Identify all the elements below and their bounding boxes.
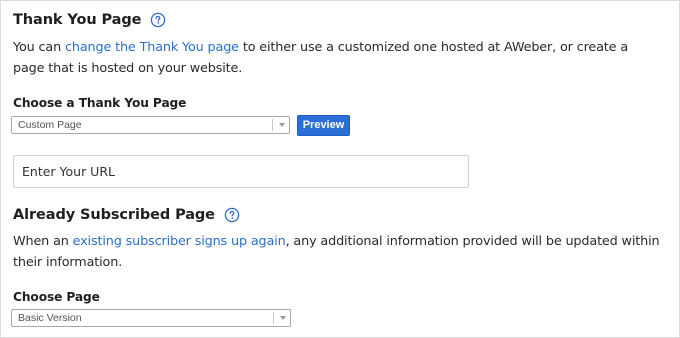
already-subscribed-desc-prefix: When an <box>13 234 73 249</box>
already-subscribed-title: Already Subscribed Page <box>13 207 215 223</box>
help-icon[interactable] <box>224 207 240 223</box>
caret-down-icon <box>279 123 285 127</box>
select-divider <box>272 119 273 131</box>
change-thank-you-link[interactable]: change the Thank You page <box>65 40 239 55</box>
existing-subscriber-link[interactable]: existing subscriber signs up again <box>73 234 286 249</box>
url-input[interactable]: Enter Your URL <box>13 155 469 188</box>
url-input-placeholder: Enter Your URL <box>22 164 115 179</box>
select-divider <box>273 312 274 324</box>
thank-you-title: Thank You Page <box>13 12 142 28</box>
choose-page-label: Choose Page <box>13 290 100 304</box>
choose-page-select[interactable]: Basic Version <box>11 309 291 327</box>
preview-button[interactable]: Preview <box>297 115 350 136</box>
choose-thank-you-label: Choose a Thank You Page <box>13 96 187 110</box>
choose-page-select-value: Basic Version <box>18 312 82 324</box>
thank-you-description: You can change the Thank You page to eit… <box>13 37 663 79</box>
already-subscribed-heading-row: Already Subscribed Page <box>13 207 240 223</box>
thank-you-heading-row: Thank You Page <box>13 12 166 28</box>
thank-you-desc-prefix: You can <box>13 40 65 55</box>
already-subscribed-description: When an existing subscriber signs up aga… <box>13 231 663 273</box>
settings-panel: Thank You Page You can change the Thank … <box>0 0 680 338</box>
thank-you-page-select[interactable]: Custom Page <box>11 116 290 134</box>
thank-you-select-value: Custom Page <box>18 119 82 131</box>
help-icon[interactable] <box>150 12 166 28</box>
caret-down-icon <box>280 316 286 320</box>
